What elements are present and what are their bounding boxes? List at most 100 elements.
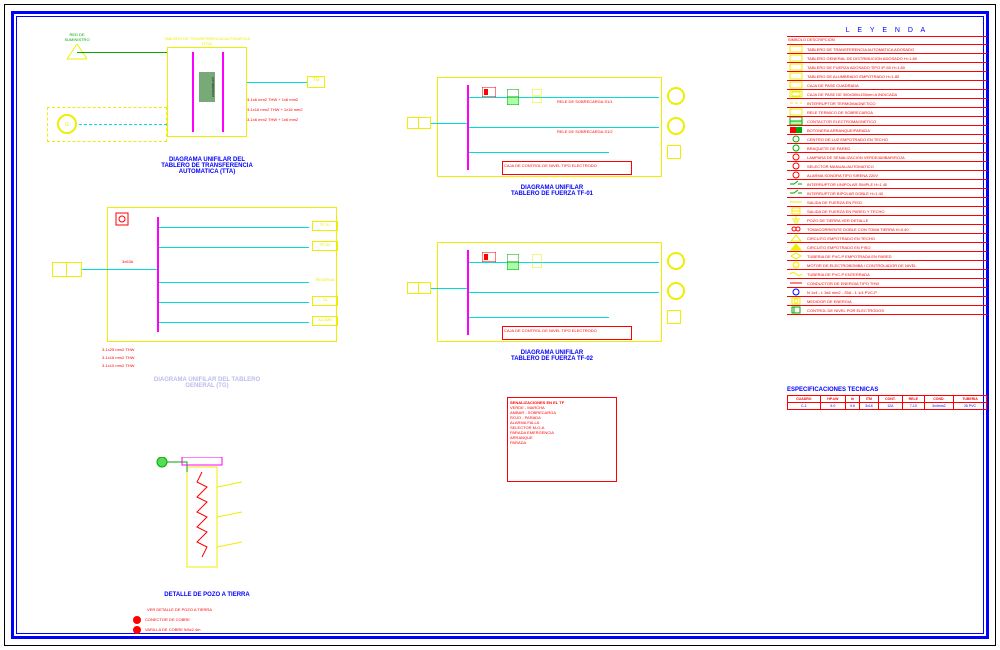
espec-header: In bbox=[846, 396, 860, 403]
espec-cell: 5.0 bbox=[820, 403, 845, 410]
legend-text: TUBERIA DE PVC-P EMPOTRADA EN PARED bbox=[807, 254, 892, 259]
feed-label-1: TF-01 bbox=[312, 221, 338, 231]
espec-cell: C-1 bbox=[788, 403, 821, 410]
feed-4 bbox=[159, 302, 309, 303]
feed-label-4: TA bbox=[312, 296, 338, 306]
inner-border: RED DE SUMINISTRO TABLERO DE TRANSFERENC… bbox=[11, 11, 989, 639]
legend-symbol-icon bbox=[787, 126, 805, 134]
tg-bus bbox=[157, 217, 159, 332]
legend-symbol-icon bbox=[787, 288, 805, 296]
legend-text: POZO DE TIERRA VER DETALLE bbox=[807, 218, 868, 223]
legend-row: CIRCUITO EMPOTRADO EN PISO bbox=[787, 243, 987, 252]
tg-title: DIAGRAMA UNIFILAR DEL TABLERO GENERAL (T… bbox=[127, 377, 287, 389]
legend-symbol-icon bbox=[787, 252, 805, 260]
bus-1 bbox=[192, 52, 194, 132]
motor-1-icon bbox=[667, 87, 685, 105]
espec-table: CUADROHP-kWInITMCONT.RELECOND.TUBERIA C-… bbox=[787, 395, 987, 410]
legend-symbol-icon bbox=[787, 144, 805, 152]
legend-text: INTERRUPTOR TERMOMAGNETICO bbox=[807, 101, 876, 106]
legend-row: TABLERO DE ALUMBRADO EMPOTRADO H=1.80 bbox=[787, 72, 987, 81]
bullet-icon-2 bbox=[132, 625, 142, 635]
legend-row: SALIDA DE FUERZA EN PARED Y TECHO bbox=[787, 207, 987, 216]
motor-4-icon bbox=[667, 282, 685, 300]
ground-rod-drawing bbox=[147, 457, 267, 587]
supply-line bbox=[77, 52, 167, 53]
legend-symbol-icon bbox=[787, 306, 805, 314]
espec-header: RELE bbox=[902, 396, 924, 403]
legend-text: ALARMA SONORA TIPO SIRENA 220V bbox=[807, 173, 878, 178]
legend-row: INTERRUPTOR BIPOLAR DOBLE H=1.40 bbox=[787, 189, 987, 198]
svg-text:M: M bbox=[794, 263, 797, 268]
legend-symbol-icon bbox=[787, 225, 805, 233]
legend-row: TABLERO GENERAL DE DISTRIBUCION ADOSADO … bbox=[787, 54, 987, 63]
bullet-icon-1 bbox=[132, 615, 142, 625]
senales-list: VERDE - MARCHAAMBAR - SOBRECARGAROJO - P… bbox=[510, 405, 614, 445]
pozo-title: DETALLE DE POZO A TIERRA bbox=[142, 592, 272, 598]
espec-panel: ESPECIFICACIONES TECNICAS CUADROHP-kWInI… bbox=[787, 387, 987, 410]
legend-symbol-icon bbox=[787, 135, 805, 143]
legend-row: ALARMA SONORA TIPO SIRENA 220V bbox=[787, 171, 987, 180]
legend-row: BOTONERA ARRANQUE/PARADA bbox=[787, 126, 987, 135]
legend-symbol-icon bbox=[787, 234, 805, 242]
legend-row: SELECTOR MANUAL/AUTOMATICO bbox=[787, 162, 987, 171]
espec-title: ESPECIFICACIONES TECNICAS bbox=[787, 387, 987, 393]
espec-cell: 12A bbox=[878, 403, 902, 410]
tf01-input bbox=[407, 117, 431, 129]
feed-5 bbox=[159, 322, 309, 323]
tg-main-line bbox=[82, 269, 157, 270]
legend-symbol-icon bbox=[787, 198, 805, 206]
level-box-2-icon bbox=[667, 310, 681, 324]
pozo-item-1: CONECTOR DE COBRE bbox=[145, 617, 190, 622]
contactor-icon-2 bbox=[507, 254, 519, 270]
meter-icon bbox=[115, 212, 129, 226]
legend-symbol-icon bbox=[787, 243, 805, 251]
legend-row: TUBERIA DE PVC-P EMPOTRADA EN PARED bbox=[787, 252, 987, 261]
legend-symbol-icon bbox=[787, 180, 805, 188]
note-1: 3-1x6 mm2 THW + 1x6 mm2 bbox=[247, 97, 298, 102]
tg-line bbox=[247, 82, 307, 83]
espec-header: TUBERIA bbox=[953, 396, 986, 403]
breaker-icon-1 bbox=[482, 87, 496, 97]
motor-2-icon bbox=[667, 117, 685, 135]
legend-row: TOMACORRIENTE DOBLE CON TOMA TIERRA H=0.… bbox=[787, 225, 987, 234]
espec-header: ITM bbox=[860, 396, 879, 403]
legend-row: TABLERO DE FUERZA ADOSADO TIPO IP-55 H=1… bbox=[787, 63, 987, 72]
legend-text: SALIDA DE FUERZA EN PARED Y TECHO bbox=[807, 209, 885, 214]
tf01-in-line bbox=[431, 123, 467, 124]
supply-triangle-icon bbox=[67, 44, 87, 62]
contactor-icon-1 bbox=[507, 89, 519, 105]
tg-input-box bbox=[52, 262, 82, 277]
legend-text: INTERRUPTOR UNIPOLAR SIMPLE H=1.40 bbox=[807, 182, 887, 187]
legend-text: TOMACORRIENTE DOBLE CON TOMA TIERRA H=0.… bbox=[807, 227, 909, 232]
tg-box: TG bbox=[307, 76, 325, 88]
legend-row: CAJA DE PASE DE 300x300x150mm A INDICADA bbox=[787, 90, 987, 99]
legend-row: SALIDA DE FUERZA EN PISO bbox=[787, 198, 987, 207]
tg-main-breaker: 3x63A bbox=[122, 259, 133, 264]
legend-title: L E Y E N D A bbox=[787, 25, 987, 37]
legend-text: RELE TERMICO DE SOBRECARGA bbox=[807, 110, 873, 115]
espec-cell: 3x16 bbox=[860, 403, 879, 410]
tta-diagram: RED DE SUMINISTRO TABLERO DE TRANSFERENC… bbox=[47, 32, 327, 182]
tg-note-3: 3-1x10 mm2 THW bbox=[102, 363, 134, 368]
legend-text: CENTRO DE LUZ EMPOTRADO EN TECHO bbox=[807, 137, 888, 142]
legend-text: MOTOR DE ELECTROBOMBA / CONTROLADOR DE N… bbox=[807, 263, 917, 268]
legend-text: CIRCUITO EMPOTRADO EN PISO bbox=[807, 245, 871, 250]
note-3: 3-1x6 mm2 THW + 1x6 mm2 bbox=[247, 117, 298, 122]
legend-text: BOTONERA ARRANQUE/PARADA bbox=[807, 128, 870, 133]
legend-symbol-icon bbox=[787, 81, 805, 89]
legend-row: CIRCUITO EMPOTRADO EN TECHO bbox=[787, 234, 987, 243]
legend-text: SELECTOR MANUAL/AUTOMATICO bbox=[807, 164, 874, 169]
legend-row: TABLERO DE TRANSFERENCIA AUTOMATICA ADOS… bbox=[787, 45, 987, 54]
bus-2 bbox=[222, 52, 224, 132]
legend-row: CENTRO DE LUZ EMPOTRADO EN TECHO bbox=[787, 135, 987, 144]
legend-text: CONTACTOR ELECTROMAGNETICO bbox=[807, 119, 876, 124]
tf02-control-note: CAJA DE CONTROL DE NIVEL TIPO ELECTRODO bbox=[502, 326, 632, 340]
legend-symbol-icon bbox=[787, 279, 805, 287]
legend-symbol-icon bbox=[787, 117, 805, 125]
espec-cell: 7-10 bbox=[902, 403, 924, 410]
legend-text: N 1x4 - L 3x6 mm2 - 25A - 1 1/4 PVC-P bbox=[807, 290, 877, 295]
legend-row: TUBERIA DE PVC-P ENTERRADA bbox=[787, 270, 987, 279]
tta-title: DIAGRAMA UNIFILAR DEL TABLERO DE TRANSFE… bbox=[137, 157, 277, 175]
legend-row: CONDUCTOR DE ENERGIA TIPO THW bbox=[787, 279, 987, 288]
tf01-note-2: RELE DE SOBRECARGA S1/2 bbox=[557, 129, 613, 134]
